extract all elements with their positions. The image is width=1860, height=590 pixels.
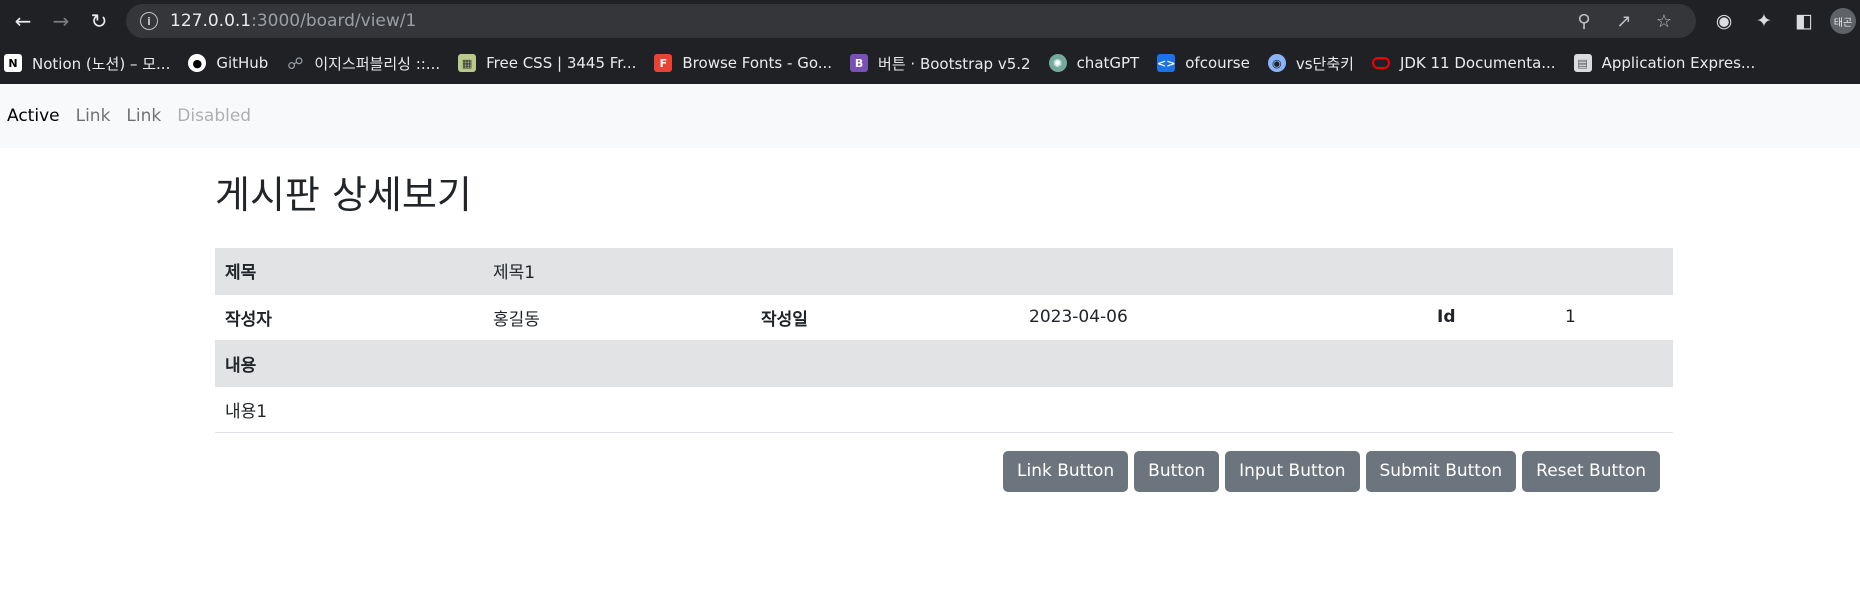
content-label: 내용 (215, 340, 1673, 387)
bookmark-label: Free CSS | 3445 Fr... (486, 54, 637, 72)
content-value: 내용1 (215, 386, 1673, 433)
bookmarks-bar: N Notion (노션) – 모... ● GitHub ☍ 이지스퍼블리싱 … (0, 42, 1860, 84)
post-detail-table: 제목 제목1 작성자 홍길동 작성일 2023-04-06 Id 1 내용 내용… (215, 248, 1673, 433)
button[interactable]: Button (1134, 450, 1220, 492)
url-host: 127.0.0.1 (170, 11, 252, 31)
url-path: :3000/board/view/1 (251, 11, 417, 31)
nav-link-2[interactable]: Link (126, 106, 161, 126)
author-value: 홍길동 (483, 294, 751, 341)
share-icon[interactable]: ↗ (1604, 11, 1644, 32)
ofcourse-icon: <> (1157, 54, 1175, 72)
vs-icon: ◉ (1267, 54, 1286, 72)
bookmark-label: ofcourse (1185, 54, 1250, 72)
nav-link-disabled: Disabled (177, 106, 252, 126)
bookmark-bootstrap[interactable]: B 버튼 · Bootstrap v5.2 (850, 53, 1031, 74)
bookmark-vs-shortcuts[interactable]: ◉ vs단축키 (1267, 53, 1354, 74)
page-navbar: Active Link Link Disabled (0, 84, 1860, 148)
site-info-icon[interactable]: i (140, 12, 158, 30)
bookmark-jdk11[interactable]: JDK 11 Documenta... (1371, 54, 1556, 72)
bookmark-github[interactable]: ● GitHub (188, 54, 268, 72)
content-label-row: 내용 (215, 340, 1673, 387)
bookmark-label: 이지스퍼블리싱 ::... (314, 54, 441, 73)
bookmark-label: 버튼 · Bootstrap v5.2 (878, 54, 1031, 73)
bookmark-label: Application Expres... (1601, 54, 1756, 72)
bookmark-app-express[interactable]: ▤ Application Expres... (1573, 54, 1756, 72)
page-title: 게시판 상세보기 (215, 173, 472, 217)
globe-icon: ☍ (287, 53, 304, 73)
bookmark-notion[interactable]: N Notion (노션) – 모... (4, 53, 170, 74)
bookmark-star-icon[interactable]: ☆ (1644, 11, 1684, 32)
bookmark-ofcourse[interactable]: <> ofcourse (1157, 54, 1250, 72)
bookmark-freecss[interactable]: ▦ Free CSS | 3445 Fr... (458, 54, 636, 72)
notion-icon: N (4, 54, 22, 72)
back-arrow-icon[interactable]: ← (4, 2, 42, 40)
date-label: 작성일 (751, 294, 1019, 341)
forward-arrow-icon[interactable]: → (42, 2, 80, 40)
bookmark-easyspub[interactable]: ☍ 이지스퍼블리싱 ::... (286, 53, 440, 74)
reset-button[interactable]: Reset Button (1522, 450, 1660, 492)
address-bar[interactable]: i 127.0.0.1:3000/board/view/1 ⚲ ↗ ☆ (126, 4, 1696, 38)
bookmark-label: GitHub (216, 54, 269, 72)
reload-icon[interactable]: ↻ (80, 2, 118, 40)
title-row: 제목 제목1 (215, 248, 1673, 295)
profile-avatar[interactable]: 태곤 (1830, 8, 1856, 34)
bookmark-label: vs단축키 (1295, 54, 1354, 73)
bookmark-label: Notion (노션) – 모... (32, 54, 171, 73)
browser-chrome: ← → ↻ i 127.0.0.1:3000/board/view/1 ⚲ ↗ … (0, 0, 1860, 84)
bootstrap-icon: B (850, 54, 869, 72)
google-fonts-icon: F (654, 54, 673, 72)
button-group: Link Button Button Input Button Submit B… (215, 450, 1673, 492)
side-panel-icon[interactable]: ◧ (1784, 3, 1824, 39)
bookmark-label: JDK 11 Documenta... (1399, 54, 1556, 72)
browser-toolbar: ← → ↻ i 127.0.0.1:3000/board/view/1 ⚲ ↗ … (0, 0, 1860, 42)
content-row: 내용1 (215, 386, 1673, 433)
extensions-puzzle-icon[interactable]: ✦ (1744, 3, 1784, 39)
title-label: 제목 (215, 248, 483, 295)
meta-row: 작성자 홍길동 작성일 2023-04-06 Id 1 (215, 294, 1673, 341)
id-value: 1 (1555, 294, 1673, 341)
bookmark-label: chatGPT (1076, 54, 1140, 72)
bookmark-google-fonts[interactable]: F Browse Fonts - Go... (654, 54, 832, 72)
bookmark-label: Browse Fonts - Go... (682, 54, 833, 72)
main-content: 게시판 상세보기 제목 제목1 작성자 홍길동 작성일 2023-04-06 I… (215, 148, 1673, 492)
github-icon: ● (188, 54, 207, 72)
author-label: 작성자 (215, 294, 483, 341)
zoom-icon[interactable]: ⚲ (1564, 11, 1604, 32)
nav-link-1[interactable]: Link (76, 106, 111, 126)
input-button[interactable]: Input Button (1225, 450, 1360, 492)
translate-globe-icon[interactable]: ◉ (1704, 3, 1744, 39)
submit-button[interactable]: Submit Button (1365, 450, 1517, 492)
oracle-icon (1371, 57, 1390, 69)
nav-link-active[interactable]: Active (7, 106, 60, 126)
bookmark-chatgpt[interactable]: ✺ chatGPT (1048, 54, 1140, 72)
freecss-icon: ▦ (458, 54, 477, 72)
id-label: Id (1427, 294, 1555, 341)
title-value: 제목1 (483, 248, 1673, 295)
date-value: 2023-04-06 (1019, 294, 1427, 341)
app-express-icon: ▤ (1573, 54, 1592, 72)
link-button[interactable]: Link Button (1003, 450, 1129, 492)
chatgpt-icon: ✺ (1048, 54, 1067, 72)
